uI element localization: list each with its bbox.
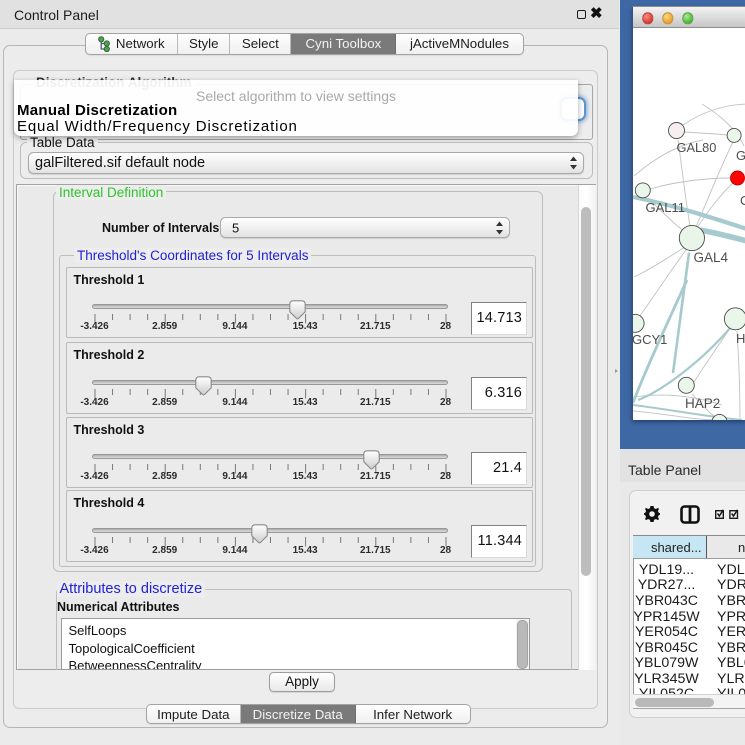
- svg-text:HAP2: HAP2: [685, 396, 720, 411]
- svg-text:G: G: [736, 148, 745, 163]
- svg-text:C: C: [740, 193, 745, 208]
- svg-text:GAL11: GAL11: [645, 200, 685, 215]
- svg-text:GCY1: GCY1: [633, 332, 667, 347]
- svg-text:H: H: [736, 331, 745, 346]
- svg-text:GAL4: GAL4: [693, 250, 728, 265]
- svg-text:GAL80: GAL80: [676, 140, 716, 155]
